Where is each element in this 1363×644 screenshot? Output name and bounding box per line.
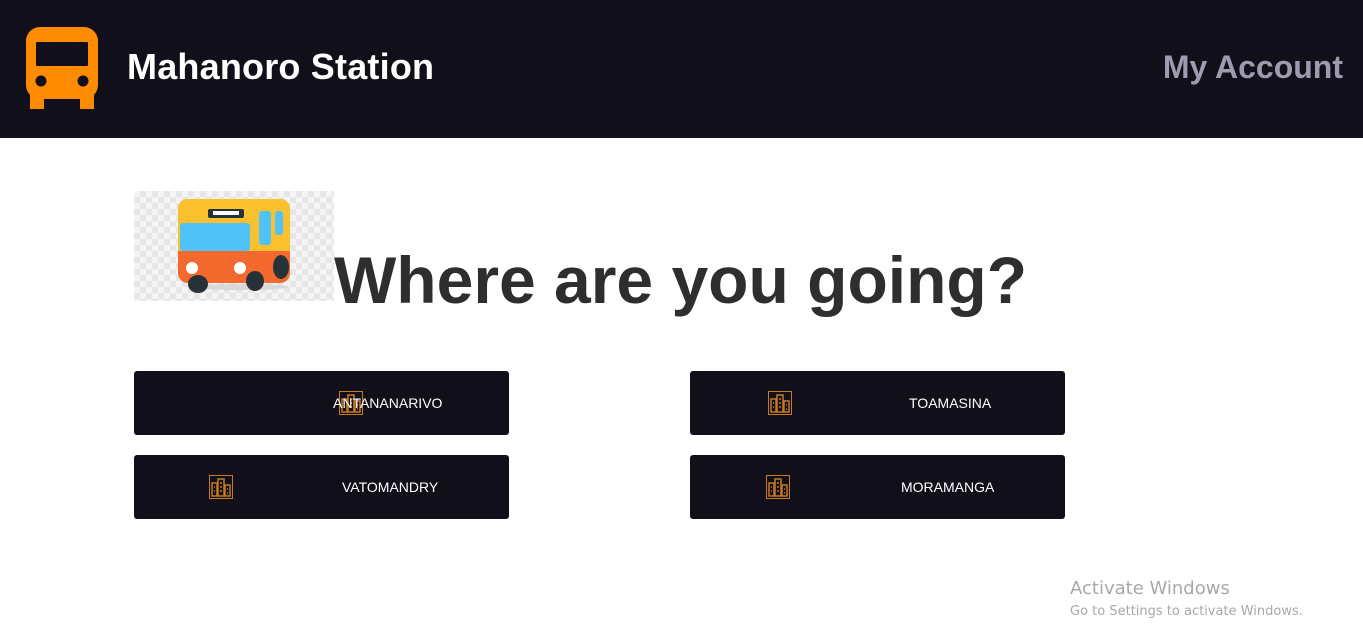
destination-label: VATOMANDRY: [342, 479, 439, 495]
watermark-title: Activate Windows: [1070, 578, 1230, 599]
bus-illustration: [134, 191, 334, 301]
city-buildings-icon: [209, 475, 233, 499]
site-title: Mahanoro Station: [127, 46, 435, 87]
city-buildings-icon: [768, 391, 792, 415]
page-heading: Where are you going?: [334, 243, 1028, 317]
top-navbar: Mahanoro Station My Account: [0, 0, 1363, 138]
city-buildings-icon: [766, 475, 790, 499]
destination-button-vatomandry[interactable]: VATOMANDRY: [134, 455, 509, 519]
destination-button-toamasina[interactable]: TOAMASINA: [690, 371, 1065, 435]
destination-label: TOAMASINA: [909, 395, 992, 411]
bus-illustration-icon: [178, 199, 290, 293]
destination-label: MORAMANGA: [901, 479, 995, 495]
destination-button-moramanga[interactable]: MORAMANGA: [690, 455, 1065, 519]
watermark-subtitle: Go to Settings to activate Windows.: [1070, 604, 1303, 619]
destination-button-antananarivo[interactable]: ANTANANARIVO: [134, 371, 509, 435]
activate-windows-watermark: Activate Windows Go to Settings to activ…: [1070, 578, 1303, 622]
destination-label: ANTANANARIVO: [333, 395, 443, 411]
bus-icon[interactable]: [26, 27, 98, 109]
my-account-link[interactable]: My Account: [1163, 49, 1343, 86]
